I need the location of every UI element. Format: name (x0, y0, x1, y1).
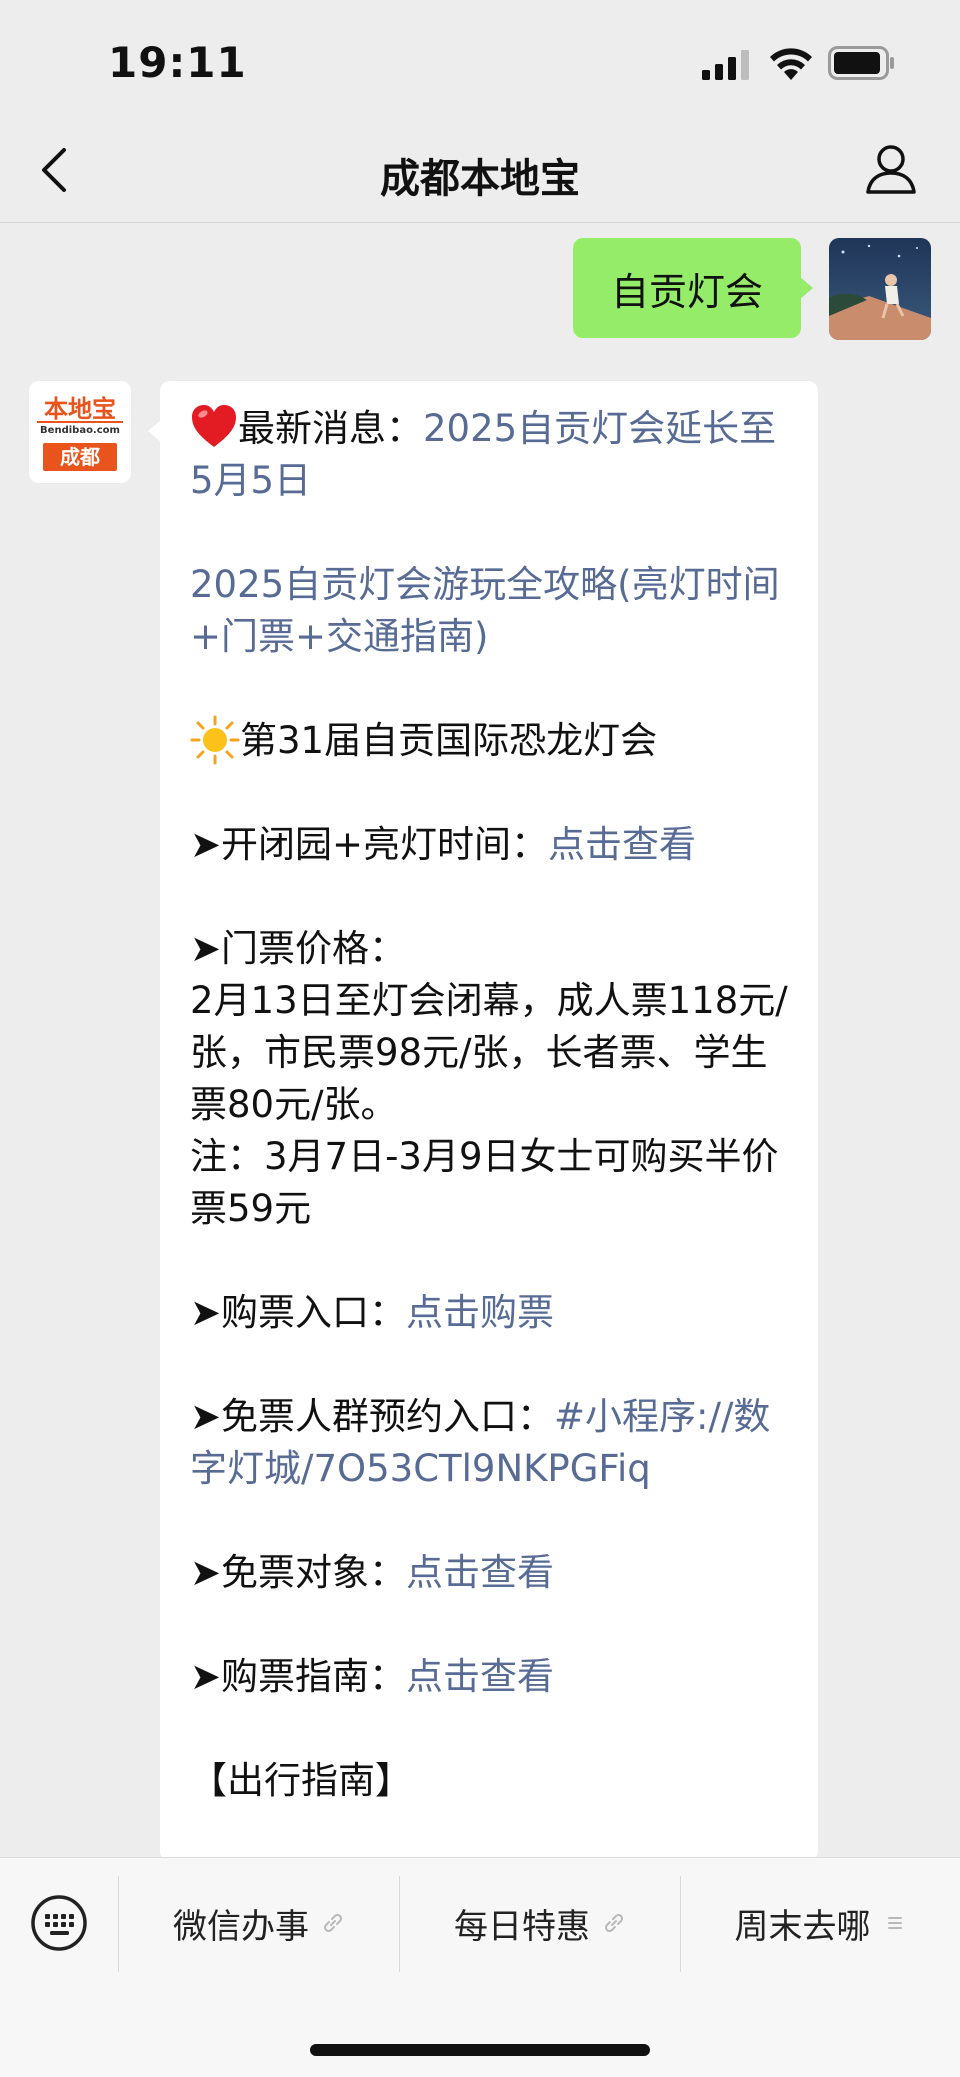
price-text: 2月13日至灯会闭幕，成人票118元/张，市民票98元/张，长者票、学生票80元… (190, 979, 788, 1126)
official-account-avatar[interactable]: 本地宝 Bendibao.com 成都 (29, 381, 131, 483)
hours-link[interactable]: 点击查看 (548, 823, 696, 866)
buy-guide-line: ➤购票指南：点击查看 (190, 1651, 788, 1703)
price-note: 注：3月7日-3月9日女士可购买半价票59元 (190, 1135, 779, 1230)
free-target-label: 免票对象： (221, 1551, 407, 1594)
buy-guide-label: 购票指南： (221, 1655, 407, 1698)
avatar-logo-divider (37, 421, 123, 423)
user-avatar[interactable] (829, 238, 931, 340)
news-line: 最新消息：2025自贡灯会延长至5月5日 (190, 403, 788, 507)
free-target-line: ➤免票对象：点击查看 (190, 1547, 788, 1599)
price-line: ➤门票价格： (190, 923, 788, 975)
status-bar: 19:11 (0, 0, 960, 120)
arrow-icon: ➤ (190, 1395, 222, 1438)
travel-heading: 【出行指南】 (190, 1759, 412, 1802)
outgoing-message-text: 自贡灯会 (610, 269, 763, 314)
wifi-icon (770, 48, 812, 80)
festival-title: 第31届自贡国际恐龙灯会 (240, 719, 658, 762)
link-icon (604, 1913, 624, 1933)
arrow-icon: ➤ (190, 1551, 222, 1594)
arrow-icon: ➤ (190, 1655, 222, 1698)
profile-icon[interactable] (864, 142, 918, 196)
menu-item-weekend-trips[interactable]: 周末去哪 (681, 1858, 960, 1988)
hours-line: ➤开闭园+亮灯时间：点击查看 (190, 819, 788, 871)
price-label: 门票价格： (221, 927, 407, 970)
arrow-icon: ➤ (190, 823, 222, 866)
menu-item-label: 微信办事 (173, 1906, 309, 1947)
outgoing-message-bubble[interactable]: 自贡灯会 (573, 238, 813, 338)
buy-guide-link[interactable]: 点击查看 (406, 1655, 554, 1698)
cellular-signal-icon (702, 50, 749, 80)
guide-link[interactable]: 2025自贡灯会游玩全攻略(亮灯时间+门票+交通指南) (190, 559, 788, 663)
menu-item-daily-deals[interactable]: 每日特惠 (400, 1858, 680, 1988)
sun-emoji-icon (190, 715, 240, 765)
page-title: 成都本地宝 (380, 156, 580, 202)
chat-screen: 19:11 成都本地宝 自贡灯会 本地宝 Bendibao.com 成都 最新消… (0, 0, 960, 2077)
nav-bar: 成都本地宝 (0, 120, 960, 223)
buy-link[interactable]: 点击购票 (406, 1291, 554, 1334)
news-label: 最新消息： (238, 407, 423, 450)
avatar-logo-url: Bendibao.com (40, 425, 120, 436)
menu-item-label: 每日特惠 (454, 1906, 590, 1947)
status-time: 19:11 (108, 38, 247, 87)
hours-label: 开闭园+亮灯时间： (221, 823, 549, 866)
battery-icon (828, 46, 894, 80)
buy-label: 购票入口： (221, 1291, 407, 1334)
user-avatar-image (829, 238, 931, 340)
avatar-logo-city: 成都 (43, 443, 117, 471)
menu-lines-icon (887, 1917, 902, 1929)
arrow-icon: ➤ (190, 927, 222, 970)
home-indicator[interactable] (310, 2044, 650, 2056)
free-reserve-line: ➤免票人群预约入口：#小程序://数字灯城/7O53CTl9NKPGFiq (190, 1391, 788, 1495)
festival-line: 第31届自贡国际恐龙灯会 (190, 715, 788, 767)
free-target-link[interactable]: 点击查看 (406, 1551, 554, 1594)
avatar-logo-name: 本地宝 (44, 395, 116, 423)
heart-emoji-icon (192, 405, 236, 447)
menu-item-label: 周末去哪 (734, 1906, 871, 1947)
keyboard-toggle-icon[interactable] (30, 1894, 88, 1952)
free-reserve-label: 免票人群预约入口： (221, 1395, 555, 1438)
buy-line: ➤购票入口：点击购票 (190, 1287, 788, 1339)
arrow-icon: ➤ (190, 1291, 222, 1334)
bottom-menu-bar: 微信办事 每日特惠 周末去哪 (0, 1857, 960, 2077)
menu-item-wechat-services[interactable]: 微信办事 (119, 1858, 399, 1988)
link-icon (323, 1913, 343, 1933)
incoming-message-bubble: 最新消息：2025自贡灯会延长至5月5日 2025自贡灯会游玩全攻略(亮灯时间+… (148, 381, 818, 1861)
